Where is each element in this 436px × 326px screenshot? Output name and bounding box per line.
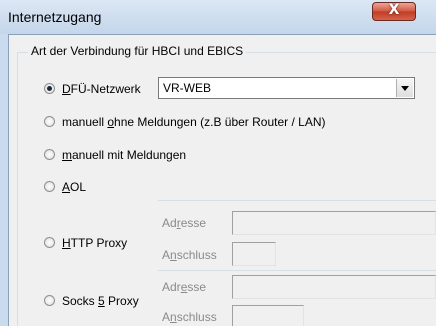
- window-title: Internetzugang: [8, 9, 102, 25]
- socks-address-input[interactable]: [232, 275, 436, 299]
- http-port-label: Anschluss: [162, 248, 217, 262]
- title-bar[interactable]: Internetzugang X: [0, 0, 436, 34]
- radio-dfue[interactable]: [44, 83, 55, 94]
- radio-http-proxy-label[interactable]: HTTP Proxy: [62, 236, 127, 250]
- radio-aol-label[interactable]: AOL: [62, 180, 86, 194]
- radio-socks-proxy-label[interactable]: Socks 5 Proxy: [62, 294, 139, 308]
- socks-address-label: Adresse: [162, 280, 207, 294]
- close-icon: X: [388, 2, 400, 18]
- group-legend: Art der Verbindung für HBCI und EBICS: [28, 44, 247, 58]
- socks-port-input[interactable]: [232, 305, 304, 326]
- radio-manual-msg[interactable]: [44, 149, 55, 160]
- dfue-network-select[interactable]: VR-WEB: [158, 77, 415, 99]
- socks-port-label: Anschluss: [162, 310, 217, 324]
- http-port-input[interactable]: [232, 242, 276, 266]
- radio-aol[interactable]: [44, 181, 55, 192]
- radio-socks-proxy[interactable]: [44, 295, 55, 306]
- radio-manual-no-msg-label[interactable]: manuell ohne Meldungen (z.B über Router …: [62, 115, 326, 129]
- dfue-network-value: VR-WEB: [163, 81, 211, 95]
- radio-manual-msg-label[interactable]: manuell mit Meldungen: [62, 148, 186, 162]
- http-address-label: Adresse: [162, 216, 207, 230]
- dropdown-button[interactable]: [396, 79, 413, 97]
- http-address-input[interactable]: [232, 211, 436, 235]
- radio-dfue-label[interactable]: DFÜ-Netzwerk: [62, 82, 141, 96]
- socks-separator: [158, 270, 436, 271]
- radio-manual-no-msg[interactable]: [44, 116, 55, 127]
- proxy-separator: [158, 200, 436, 201]
- chevron-down-icon: [401, 86, 409, 91]
- close-button[interactable]: X: [372, 2, 416, 21]
- radio-http-proxy[interactable]: [44, 237, 55, 248]
